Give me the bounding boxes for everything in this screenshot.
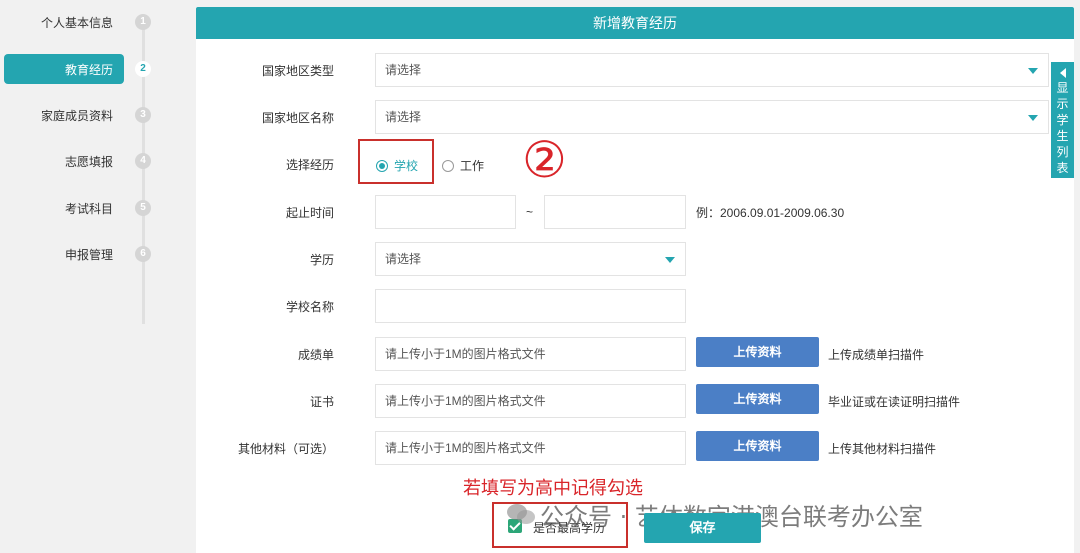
country-name-select[interactable]: 请选择 (375, 100, 1049, 134)
other-material-hint: 上传其他材料扫描件 (828, 442, 937, 456)
step-item-education[interactable]: 教育经历 2 (0, 54, 190, 84)
country-type-select[interactable]: 请选择 (375, 53, 1049, 87)
step-number: 5 (135, 200, 151, 216)
file-placeholder: 请上传小于1M的图片格式文件 (385, 347, 546, 361)
school-name-input[interactable] (375, 289, 686, 323)
file-placeholder: 请上传小于1M的图片格式文件 (385, 394, 546, 408)
certificate-file-input[interactable]: 请上传小于1M的图片格式文件 (375, 384, 686, 418)
other-material-label: 其他材料（可选） (237, 442, 334, 456)
other-material-upload-button[interactable]: 上传资料 (696, 431, 819, 461)
start-date-input[interactable] (375, 195, 516, 229)
save-button[interactable]: 保存 (644, 513, 761, 543)
school-name-label: 学校名称 (285, 300, 334, 314)
step-label: 教育经历 (64, 63, 113, 77)
chevron-left-icon (1059, 68, 1066, 78)
step-item-personal-info[interactable]: 个人基本信息 1 (0, 7, 190, 37)
certificate-label: 证书 (309, 395, 334, 409)
step-item-volunteer[interactable]: 志愿填报 4 (0, 146, 190, 176)
select-value: 请选择 (385, 252, 422, 266)
country-type-label: 国家地区类型 (261, 64, 334, 78)
select-value: 请选择 (385, 110, 422, 124)
radio-unchecked-icon (442, 159, 454, 172)
annotation-circled-number: ② (522, 131, 567, 189)
radio-work[interactable]: 工作 (442, 157, 484, 174)
step-number: 3 (135, 107, 151, 123)
step-label: 考试科目 (64, 202, 113, 216)
education-form-panel: 新增教育经历 (196, 7, 1074, 553)
select-value: 请选择 (385, 63, 422, 77)
chevron-down-icon (665, 257, 675, 263)
certificate-hint: 毕业证或在读证明扫描件 (828, 395, 961, 409)
end-date-input[interactable] (544, 195, 686, 229)
step-number: 1 (135, 14, 151, 30)
period-separator: ~ (526, 205, 534, 219)
degree-select[interactable]: 请选择 (375, 242, 686, 276)
file-placeholder: 请上传小于1M的图片格式文件 (385, 441, 546, 455)
step-label: 家庭成员资料 (40, 109, 113, 123)
step-sidebar: 个人基本信息 1 教育经历 2 家庭成员资料 3 志愿填报 4 考试科目 5 申… (0, 0, 190, 553)
degree-label: 学历 (309, 253, 334, 267)
transcript-label: 成绩单 (297, 348, 334, 362)
transcript-hint: 上传成绩单扫描件 (828, 348, 925, 362)
step-number: 6 (135, 246, 151, 262)
transcript-file-input[interactable]: 请上传小于1M的图片格式文件 (375, 337, 686, 371)
other-material-file-input[interactable]: 请上传小于1M的图片格式文件 (375, 431, 686, 465)
step-number: 4 (135, 153, 151, 169)
period-label: 起止时间 (285, 206, 334, 220)
step-label: 志愿填报 (64, 155, 113, 169)
side-tab-label: 显示学生列表 (1056, 81, 1069, 175)
certificate-upload-button[interactable]: 上传资料 (696, 384, 819, 414)
panel-title: 新增教育经历 (196, 7, 1074, 39)
experience-label: 选择经历 (285, 158, 334, 172)
show-student-list-tab[interactable]: 显示学生列表 (1051, 62, 1074, 178)
country-name-label: 国家地区名称 (261, 111, 334, 125)
transcript-upload-button[interactable]: 上传资料 (696, 337, 819, 367)
step-label: 个人基本信息 (40, 16, 113, 30)
wechat-icon (507, 504, 535, 524)
step-item-subjects[interactable]: 考试科目 5 (0, 193, 190, 223)
period-example: 例：2006.09.01-2009.06.30 (696, 206, 845, 220)
radio-label: 工作 (460, 159, 485, 173)
step-item-application[interactable]: 申报管理 6 (0, 239, 190, 269)
annotation-highlight-box (358, 139, 434, 184)
step-number: 2 (135, 61, 151, 77)
chevron-down-icon (1028, 115, 1038, 121)
step-item-family[interactable]: 家庭成员资料 3 (0, 100, 190, 130)
chevron-down-icon (1028, 68, 1038, 74)
step-label: 申报管理 (64, 248, 113, 262)
